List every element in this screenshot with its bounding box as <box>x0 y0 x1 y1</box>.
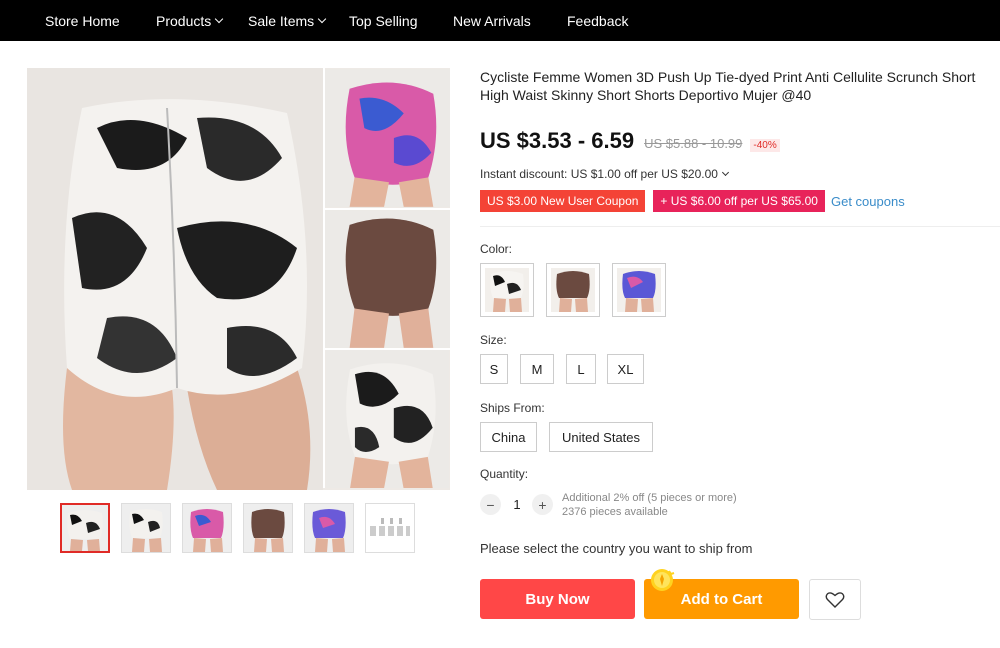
product-photo-main <box>27 68 323 490</box>
discount-badge: -40% <box>750 139 780 152</box>
chevron-down-icon <box>721 168 729 177</box>
color-option-blue-pink[interactable] <box>612 263 666 317</box>
get-coupons-link[interactable]: Get coupons <box>831 194 905 209</box>
quantity-increase-button[interactable]: + <box>532 494 553 515</box>
price-row: US $3.53 - 6.59 US $5.88 - 10.99 -40% <box>480 128 780 154</box>
thumbnail-2[interactable] <box>121 503 171 553</box>
stock-available: 2376 pieces available <box>562 506 668 518</box>
heart-icon <box>825 591 845 608</box>
product-title: Cycliste Femme Women 3D Push Up Tie-dyed… <box>480 69 976 103</box>
instant-discount[interactable]: Instant discount: US $1.00 off per US $2… <box>480 167 729 181</box>
buy-now-button[interactable]: Buy Now <box>480 579 635 619</box>
nav-label: Sale Items <box>248 12 315 29</box>
quantity-label: Quantity: <box>480 467 529 481</box>
size-label: Size: <box>480 333 507 347</box>
ships-from-china[interactable]: China <box>480 422 537 452</box>
size-option-s[interactable]: S <box>480 354 508 384</box>
size-option-l[interactable]: L <box>566 354 596 384</box>
size-option-xl[interactable]: XL <box>607 354 644 384</box>
ships-from-united-states[interactable]: United States <box>549 422 653 452</box>
product-photo-pink <box>323 68 450 208</box>
product-photo-black-white <box>323 348 450 488</box>
nav-sale-items[interactable]: Sale Items <box>248 0 327 41</box>
new-user-coupon[interactable]: US $3.00 New User Coupon <box>480 190 646 212</box>
wishlist-button[interactable] <box>809 579 861 620</box>
top-nav: Store Home Products Sale Items Top Selli… <box>0 0 1000 41</box>
color-option-brown[interactable] <box>546 263 600 317</box>
size-option-m[interactable]: M <box>520 354 554 384</box>
quantity-decrease-button[interactable]: − <box>480 494 501 515</box>
original-price: US $5.88 - 10.99 <box>644 136 743 151</box>
quantity-value[interactable]: 1 <box>508 497 526 512</box>
bulk-discount-note: Additional 2% off (5 pieces or more) <box>562 492 737 504</box>
ship-country-note: Please select the country you want to sh… <box>480 541 753 556</box>
divider <box>480 226 1000 227</box>
thumbnail-5[interactable] <box>304 503 354 553</box>
coin-icon <box>651 569 675 591</box>
thumbnail-3[interactable] <box>182 503 232 553</box>
chevron-down-icon <box>317 14 327 24</box>
coupon-row: US $3.00 New User Coupon + US $6.00 off … <box>480 190 905 212</box>
instant-discount-text: Instant discount: US $1.00 off per US $2… <box>480 167 718 181</box>
nav-feedback[interactable]: Feedback <box>567 0 628 41</box>
color-option-black-white[interactable] <box>480 263 534 317</box>
store-coupon[interactable]: + US $6.00 off per US $65.00 <box>653 190 825 212</box>
product-photo-brown <box>323 208 450 348</box>
ships-from-label: Ships From: <box>480 401 545 415</box>
nav-label: Products <box>156 12 212 29</box>
nav-label: New Arrivals <box>453 12 531 29</box>
nav-new-arrivals[interactable]: New Arrivals <box>453 0 531 41</box>
thumbnail-1[interactable] <box>60 503 110 553</box>
nav-top-selling[interactable]: Top Selling <box>349 0 418 41</box>
color-label: Color: <box>480 242 513 256</box>
nav-label: Store Home <box>45 12 120 29</box>
nav-store-home[interactable]: Store Home <box>45 0 120 41</box>
nav-label: Top Selling <box>349 12 418 29</box>
product-main-image[interactable] <box>27 68 450 490</box>
thumbnail-4[interactable] <box>243 503 293 553</box>
chevron-down-icon <box>215 14 224 24</box>
thumbnail-6-size-chart[interactable] <box>365 503 415 553</box>
nav-products[interactable]: Products <box>156 0 224 41</box>
current-price: US $3.53 - 6.59 <box>480 128 635 153</box>
nav-label: Feedback <box>567 12 629 29</box>
